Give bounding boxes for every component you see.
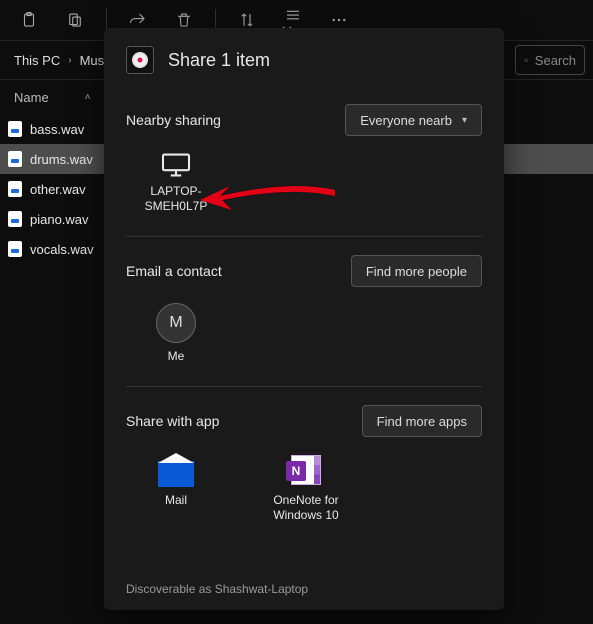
audio-file-icon xyxy=(8,181,22,197)
app-mail[interactable]: Mail xyxy=(126,453,226,523)
audio-file-icon xyxy=(8,121,22,137)
nearby-label: Nearby sharing xyxy=(126,112,221,128)
share-file-icon xyxy=(126,46,154,74)
chevron-right-icon: › xyxy=(68,55,71,66)
onenote-icon xyxy=(291,455,321,485)
search-icon xyxy=(524,54,529,67)
more-icon[interactable] xyxy=(330,11,348,29)
paste-icon[interactable] xyxy=(20,11,38,29)
nearby-device[interactable]: LAPTOP-SMEH0L7P xyxy=(126,152,226,214)
monitor-icon xyxy=(160,152,192,178)
app-name: OneNote for Windows 10 xyxy=(256,493,356,523)
mail-icon xyxy=(158,461,194,487)
share-arrow-icon[interactable] xyxy=(129,11,147,29)
find-more-apps-button[interactable]: Find more apps xyxy=(362,405,482,437)
search-placeholder: Search xyxy=(535,53,576,68)
contact-name: Me xyxy=(168,349,185,364)
crumb[interactable]: This PC xyxy=(14,53,60,68)
share-footer: Discoverable as Shashwat-Laptop xyxy=(104,570,504,610)
divider xyxy=(126,386,482,387)
device-name: LAPTOP-SMEH0L7P xyxy=(126,184,226,214)
email-label: Email a contact xyxy=(126,263,222,279)
file-name: bass.wav xyxy=(30,122,84,137)
sort-chevron-icon: ˄ xyxy=(85,92,91,103)
avatar: M xyxy=(156,303,196,343)
app-onenote[interactable]: OneNote for Windows 10 xyxy=(256,453,356,523)
find-more-people-button[interactable]: Find more people xyxy=(351,255,482,287)
contact-me[interactable]: M Me xyxy=(126,303,226,364)
share-header: Share 1 item xyxy=(104,28,504,86)
apps-section-header: Share with app Find more apps xyxy=(126,405,482,437)
share-panel: Share 1 item Nearby sharing Everyone nea… xyxy=(104,28,504,610)
file-name: drums.wav xyxy=(30,152,93,167)
file-name: other.wav xyxy=(30,182,86,197)
file-name: piano.wav xyxy=(30,212,89,227)
desktop-icon[interactable] xyxy=(66,11,84,29)
email-section-header: Email a contact Find more people xyxy=(126,255,482,287)
audio-file-icon xyxy=(8,211,22,227)
app-name: Mail xyxy=(165,493,187,508)
audio-file-icon xyxy=(8,151,22,167)
apps-label: Share with app xyxy=(126,413,219,429)
share-title: Share 1 item xyxy=(168,50,270,71)
nearby-visibility-dropdown[interactable]: Everyone nearb ▾ xyxy=(345,104,482,136)
column-name[interactable]: Name xyxy=(14,90,49,105)
audio-file-icon xyxy=(8,241,22,257)
chevron-down-icon: ▾ xyxy=(462,115,467,126)
dropdown-value: Everyone nearb xyxy=(360,113,452,128)
file-name: vocals.wav xyxy=(30,242,94,257)
search-input[interactable]: Search xyxy=(515,45,585,75)
divider xyxy=(126,236,482,237)
sort-icon[interactable] xyxy=(238,11,256,29)
delete-icon[interactable] xyxy=(175,11,193,29)
nearby-section-header: Nearby sharing Everyone nearb ▾ xyxy=(126,104,482,136)
